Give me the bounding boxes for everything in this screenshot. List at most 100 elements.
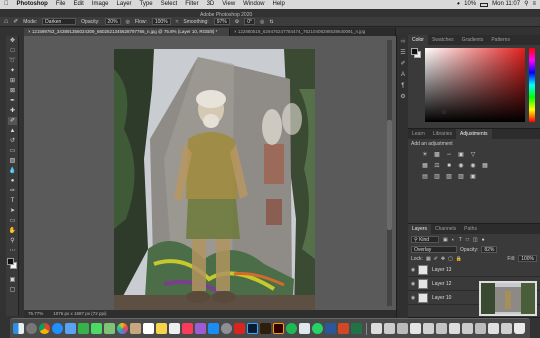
- paragraph-panel-icon[interactable]: ¶: [399, 82, 407, 90]
- frame-tool-icon[interactable]: ⊠: [8, 87, 17, 95]
- brush-preset-icon[interactable]: ✐: [13, 18, 18, 25]
- dock-window-thumbnail[interactable]: [397, 323, 408, 334]
- crop-tool-icon[interactable]: ⊞: [8, 77, 17, 85]
- menu-filter[interactable]: Filter: [181, 0, 202, 9]
- curves-icon[interactable]: ∽: [444, 151, 454, 159]
- lasso-tool-icon[interactable]: ➰: [8, 57, 17, 65]
- layer-name[interactable]: Layer 13: [432, 267, 451, 273]
- layer-kind-filter[interactable]: ⚲ Kind: [411, 236, 439, 243]
- filter-pixel-icon[interactable]: ▣: [443, 237, 448, 243]
- notes-icon[interactable]: [156, 323, 167, 334]
- illustrator-icon[interactable]: [273, 323, 284, 334]
- battery-icon[interactable]: [480, 2, 489, 7]
- glyphs-panel-icon[interactable]: ⚙: [399, 93, 407, 101]
- dock-window-thumbnail[interactable]: [475, 323, 486, 334]
- menu-image[interactable]: Image: [88, 0, 113, 9]
- menu-3d[interactable]: 3D: [203, 0, 219, 9]
- angle-field[interactable]: 0°: [244, 18, 255, 25]
- dock-window-thumbnail[interactable]: [501, 323, 512, 334]
- app-store-icon[interactable]: [208, 323, 219, 334]
- visibility-eye-icon[interactable]: ◉: [408, 267, 418, 273]
- zoom-level[interactable]: 75.77%: [28, 310, 43, 318]
- path-select-tool-icon[interactable]: ➤: [8, 207, 17, 215]
- channel-mixer-icon[interactable]: ◉: [468, 162, 478, 170]
- lock-position-icon[interactable]: ✥: [441, 256, 445, 262]
- dodge-tool-icon[interactable]: ●: [8, 177, 17, 185]
- powerpoint-icon[interactable]: [338, 323, 349, 334]
- tab-close-icon[interactable]: ×: [234, 29, 237, 34]
- reminders-icon[interactable]: [169, 323, 180, 334]
- healing-tool-icon[interactable]: ✚: [8, 107, 17, 115]
- menu-edit[interactable]: Edit: [70, 0, 88, 9]
- symmetry-icon[interactable]: ⇅: [269, 19, 273, 25]
- tab-channels[interactable]: Channels: [431, 224, 460, 234]
- brush-tool-icon[interactable]: ✐: [8, 117, 17, 125]
- hue-slider[interactable]: [529, 48, 535, 122]
- dock-window-thumbnail[interactable]: [371, 323, 382, 334]
- vibrance-icon[interactable]: ▽: [468, 151, 478, 159]
- launchpad-icon[interactable]: [26, 323, 37, 334]
- lock-image-icon[interactable]: ✐: [434, 256, 438, 262]
- menu-view[interactable]: View: [218, 0, 239, 9]
- lock-all-icon[interactable]: 🔒: [456, 256, 462, 262]
- smoothing-field[interactable]: 97%: [213, 18, 230, 25]
- whatsapp-icon[interactable]: [312, 323, 323, 334]
- flow-field[interactable]: 100%: [151, 18, 171, 25]
- battery-percent[interactable]: 10%: [464, 0, 476, 9]
- zoom-tool-icon[interactable]: ⚲: [8, 237, 17, 245]
- maps-icon[interactable]: [104, 323, 115, 334]
- filter-toggle-icon[interactable]: ●: [482, 237, 485, 243]
- layer-name[interactable]: Layer 12: [432, 281, 451, 287]
- threshold-icon[interactable]: ▧: [444, 173, 454, 181]
- blend-mode-select[interactable]: Overlay: [411, 246, 457, 253]
- music-icon[interactable]: [182, 323, 193, 334]
- home-icon[interactable]: ⌂: [4, 18, 8, 25]
- pen-tool-icon[interactable]: ✑: [8, 187, 17, 195]
- dock-window-thumbnail[interactable]: [488, 323, 499, 334]
- tab-gradients[interactable]: Gradients: [458, 35, 488, 45]
- bridge-icon[interactable]: [260, 323, 271, 334]
- foreground-background-colors[interactable]: [6, 257, 18, 275]
- photos-icon[interactable]: [117, 323, 128, 334]
- character-panel-icon[interactable]: A: [399, 71, 407, 79]
- dock-window-thumbnail[interactable]: [384, 323, 395, 334]
- filter-shape-icon[interactable]: □: [466, 237, 469, 243]
- dock-window-thumbnail[interactable]: [449, 323, 460, 334]
- tab-document-inactive[interactable]: × 122880519_629476247784474_762104082985…: [230, 28, 396, 36]
- acrobat-icon[interactable]: [234, 323, 245, 334]
- color-picker-marker[interactable]: [442, 110, 446, 114]
- tab-color[interactable]: Color: [408, 35, 428, 45]
- tab-layers[interactable]: Layers: [408, 224, 432, 234]
- color-swatches-small[interactable]: [411, 48, 421, 58]
- airbrush-icon[interactable]: ≈: [176, 19, 179, 25]
- tab-patterns[interactable]: Patterns: [487, 35, 514, 45]
- mode-select[interactable]: Darken: [42, 18, 77, 25]
- menu-select[interactable]: Select: [157, 0, 182, 9]
- hand-tool-icon[interactable]: ✋: [8, 227, 17, 235]
- posterize-icon[interactable]: ▥: [432, 173, 442, 181]
- color-balance-icon[interactable]: ⚖: [432, 162, 442, 170]
- exposure-icon[interactable]: ▣: [456, 151, 466, 159]
- dock-window-thumbnail[interactable]: [462, 323, 473, 334]
- facetime-icon[interactable]: [78, 323, 89, 334]
- visibility-eye-icon[interactable]: ◉: [408, 295, 418, 301]
- color-lookup-icon[interactable]: ▦: [480, 162, 490, 170]
- foreground-color-small[interactable]: [411, 48, 418, 55]
- filter-type-icon[interactable]: T: [459, 237, 462, 243]
- hue-saturation-icon[interactable]: ▦: [420, 162, 430, 170]
- move-tool-icon[interactable]: ✥: [8, 37, 17, 45]
- screen-mode-icon[interactable]: ▢: [8, 286, 17, 294]
- finder-icon[interactable]: [13, 323, 24, 334]
- black-white-icon[interactable]: ■: [444, 162, 454, 170]
- tab-adjustments[interactable]: Adjustments: [455, 129, 492, 139]
- clone-stamp-tool-icon[interactable]: ▲: [8, 127, 17, 135]
- smoothing-options-icon[interactable]: ⚙: [235, 19, 239, 25]
- word-icon[interactable]: [325, 323, 336, 334]
- pressure-size-icon[interactable]: ◎: [260, 19, 264, 25]
- brightness-contrast-icon[interactable]: ☀: [420, 151, 430, 159]
- menu-window[interactable]: Window: [239, 0, 268, 9]
- menu-file[interactable]: File: [52, 0, 70, 9]
- tab-document-active[interactable]: × 121599763_343891356024309_660262134562…: [24, 28, 230, 36]
- contacts-icon[interactable]: [130, 323, 141, 334]
- photoshop-icon[interactable]: [247, 323, 258, 334]
